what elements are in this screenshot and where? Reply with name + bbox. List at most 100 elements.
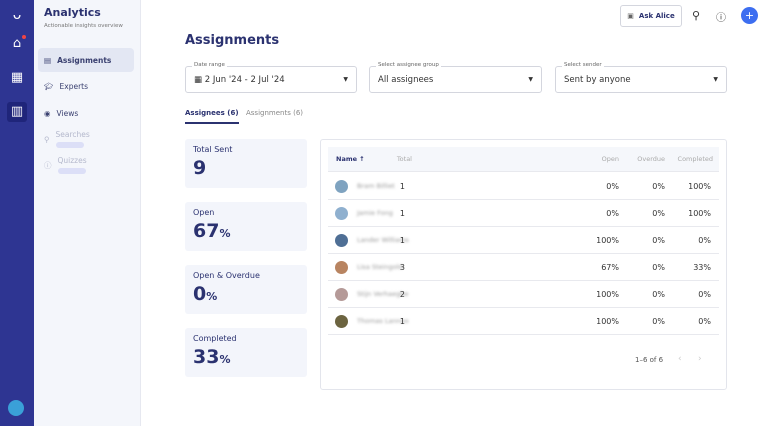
column-completed[interactable]: Completed (678, 147, 713, 172)
cell-open: 100% (596, 290, 619, 299)
caret-down-icon: ▼ (713, 76, 718, 83)
grid-icon[interactable]: ▦ (7, 68, 27, 88)
column-total[interactable]: Total (397, 147, 412, 172)
info-icon: ⓘ (44, 160, 52, 170)
page-title: Assignments (185, 33, 280, 48)
cell-completed: 33% (693, 263, 711, 272)
cell-open: 100% (596, 317, 619, 326)
stat-unit: % (219, 353, 231, 366)
column-name-sort[interactable]: Name ↑ (336, 147, 365, 172)
cell-completed: 100% (688, 182, 711, 191)
stat-unit: % (206, 290, 218, 303)
assignee-name[interactable]: Jamie Fong (357, 200, 393, 227)
cell-completed: 100% (688, 209, 711, 218)
sidebar-item-experts[interactable]: 🎓︎ Experts (38, 74, 134, 98)
cell-total: 1 (399, 182, 405, 191)
cell-open: 0% (606, 182, 619, 191)
stat-open-overdue: Open & Overdue 0% (185, 265, 307, 314)
assignee-group-select[interactable]: Select assignee group All assignees ▼ (369, 62, 542, 93)
date-range-select[interactable]: Date range ▦ 2 Jun '24 - 2 Jul '24 ▼ (185, 62, 357, 93)
cell-overdue: 0% (652, 236, 665, 245)
cell-total: 2 (399, 290, 405, 299)
stat-label: Completed (193, 334, 237, 343)
sidebar-item-label: Searches (55, 130, 90, 139)
cell-completed: 0% (698, 290, 711, 299)
cell-total: 1 (399, 236, 405, 245)
help-widget-icon[interactable] (8, 400, 24, 416)
stat-total-sent: Total Sent 9 (185, 139, 307, 188)
stat-label: Open (193, 208, 215, 217)
cell-open: 100% (596, 236, 619, 245)
sidebar: Analytics Actionable insights overview ▤… (34, 0, 141, 426)
table-row[interactable]: Jamie Fong 1 0% 0% 100% (328, 200, 719, 227)
cell-overdue: 0% (652, 317, 665, 326)
app-rail: ᴗ ⌂ ▦ ▥ (0, 0, 34, 426)
home-icon[interactable]: ⌂ (7, 34, 27, 54)
add-button[interactable]: + (741, 7, 758, 24)
stat-value: 33 (193, 346, 220, 368)
avatar (335, 180, 348, 193)
avatar (335, 234, 348, 247)
table-row[interactable]: Bram Billiet 1 0% 0% 100% (328, 173, 719, 200)
next-page-button[interactable]: › (698, 354, 702, 364)
tab-assignments[interactable]: Assignments (6) (246, 109, 303, 117)
table-row[interactable]: Lander Williams 1 100% 0% 0% (328, 227, 719, 254)
sidebar-item-label: Quizzes (57, 156, 87, 165)
avatar (335, 207, 348, 220)
cell-overdue: 0% (652, 263, 665, 272)
assignee-name[interactable]: Bram Billiet (357, 173, 395, 200)
sidebar-item-label: Assignments (57, 55, 112, 65)
caret-down-icon: ▼ (343, 76, 348, 83)
table-row[interactable]: Stijn Verhaeghe 2 100% 0% 0% (328, 281, 719, 308)
analytics-icon[interactable]: ▥ (7, 102, 27, 122)
column-overdue[interactable]: Overdue (637, 147, 665, 172)
field-label: Select assignee group (376, 62, 441, 68)
sidebar-item-quizzes: ⓘ Quizzes (38, 153, 134, 177)
ask-alice-button[interactable]: ▣ Ask Alice (620, 5, 682, 27)
clipboard-icon: ▤ (44, 55, 52, 65)
calendar-icon: ▦ (194, 74, 203, 85)
sidebar-title: Analytics (44, 6, 101, 19)
table-row[interactable]: Lisa Steingold 3 67% 0% 33% (328, 254, 719, 281)
caret-down-icon: ▼ (528, 76, 533, 83)
stat-completed: Completed 33% (185, 328, 307, 377)
pagination-range: 1–6 of 6 (635, 356, 664, 364)
search-icon: ⚲ (44, 134, 50, 144)
cell-overdue: 0% (652, 209, 665, 218)
stat-value: 9 (193, 157, 207, 179)
prev-page-button[interactable]: ‹ (678, 354, 682, 364)
assignee-name[interactable]: Lisa Steingold (357, 254, 403, 281)
stat-open: Open 67% (185, 202, 307, 251)
stat-label: Total Sent (193, 145, 233, 154)
sidebar-item-label: Views (56, 108, 79, 118)
cell-completed: 0% (698, 236, 711, 245)
stat-unit: % (219, 227, 231, 240)
ask-alice-label: Ask Alice (638, 12, 675, 20)
cell-total: 3 (399, 263, 405, 272)
logo-icon[interactable]: ᴗ (7, 5, 27, 25)
field-value: 2 Jun '24 - 2 Jul '24 (204, 74, 285, 85)
cell-total: 1 (399, 317, 405, 326)
chat-icon: ▣ (627, 12, 634, 20)
table-row[interactable]: Thomas Lannoo 1 100% 0% 0% (328, 308, 719, 335)
cell-overdue: 0% (652, 182, 665, 191)
info-icon[interactable]: ⓘ (716, 9, 726, 24)
stat-value: 0 (193, 283, 207, 305)
field-value: All assignees (378, 74, 434, 85)
sidebar-item-views[interactable]: ◉ Views (38, 101, 134, 125)
cell-total: 1 (399, 209, 405, 218)
stat-label: Open & Overdue (193, 271, 260, 280)
sender-select[interactable]: Select sender Sent by anyone ▼ (555, 62, 727, 93)
sidebar-item-searches: ⚲ Searches (38, 127, 134, 151)
column-open[interactable]: Open (602, 147, 619, 172)
graduation-cap-icon: 🎓︎ (44, 81, 54, 91)
tab-assignees[interactable]: Assignees (6) (185, 109, 239, 124)
sidebar-item-assignments[interactable]: ▤ Assignments (38, 48, 134, 72)
cell-open: 67% (601, 263, 619, 272)
field-label: Date range (192, 62, 227, 68)
cell-completed: 0% (698, 317, 711, 326)
eye-icon: ◉ (44, 108, 51, 118)
stat-value: 67 (193, 220, 220, 242)
cell-open: 0% (606, 209, 619, 218)
search-icon[interactable]: ⚲ (692, 9, 700, 22)
